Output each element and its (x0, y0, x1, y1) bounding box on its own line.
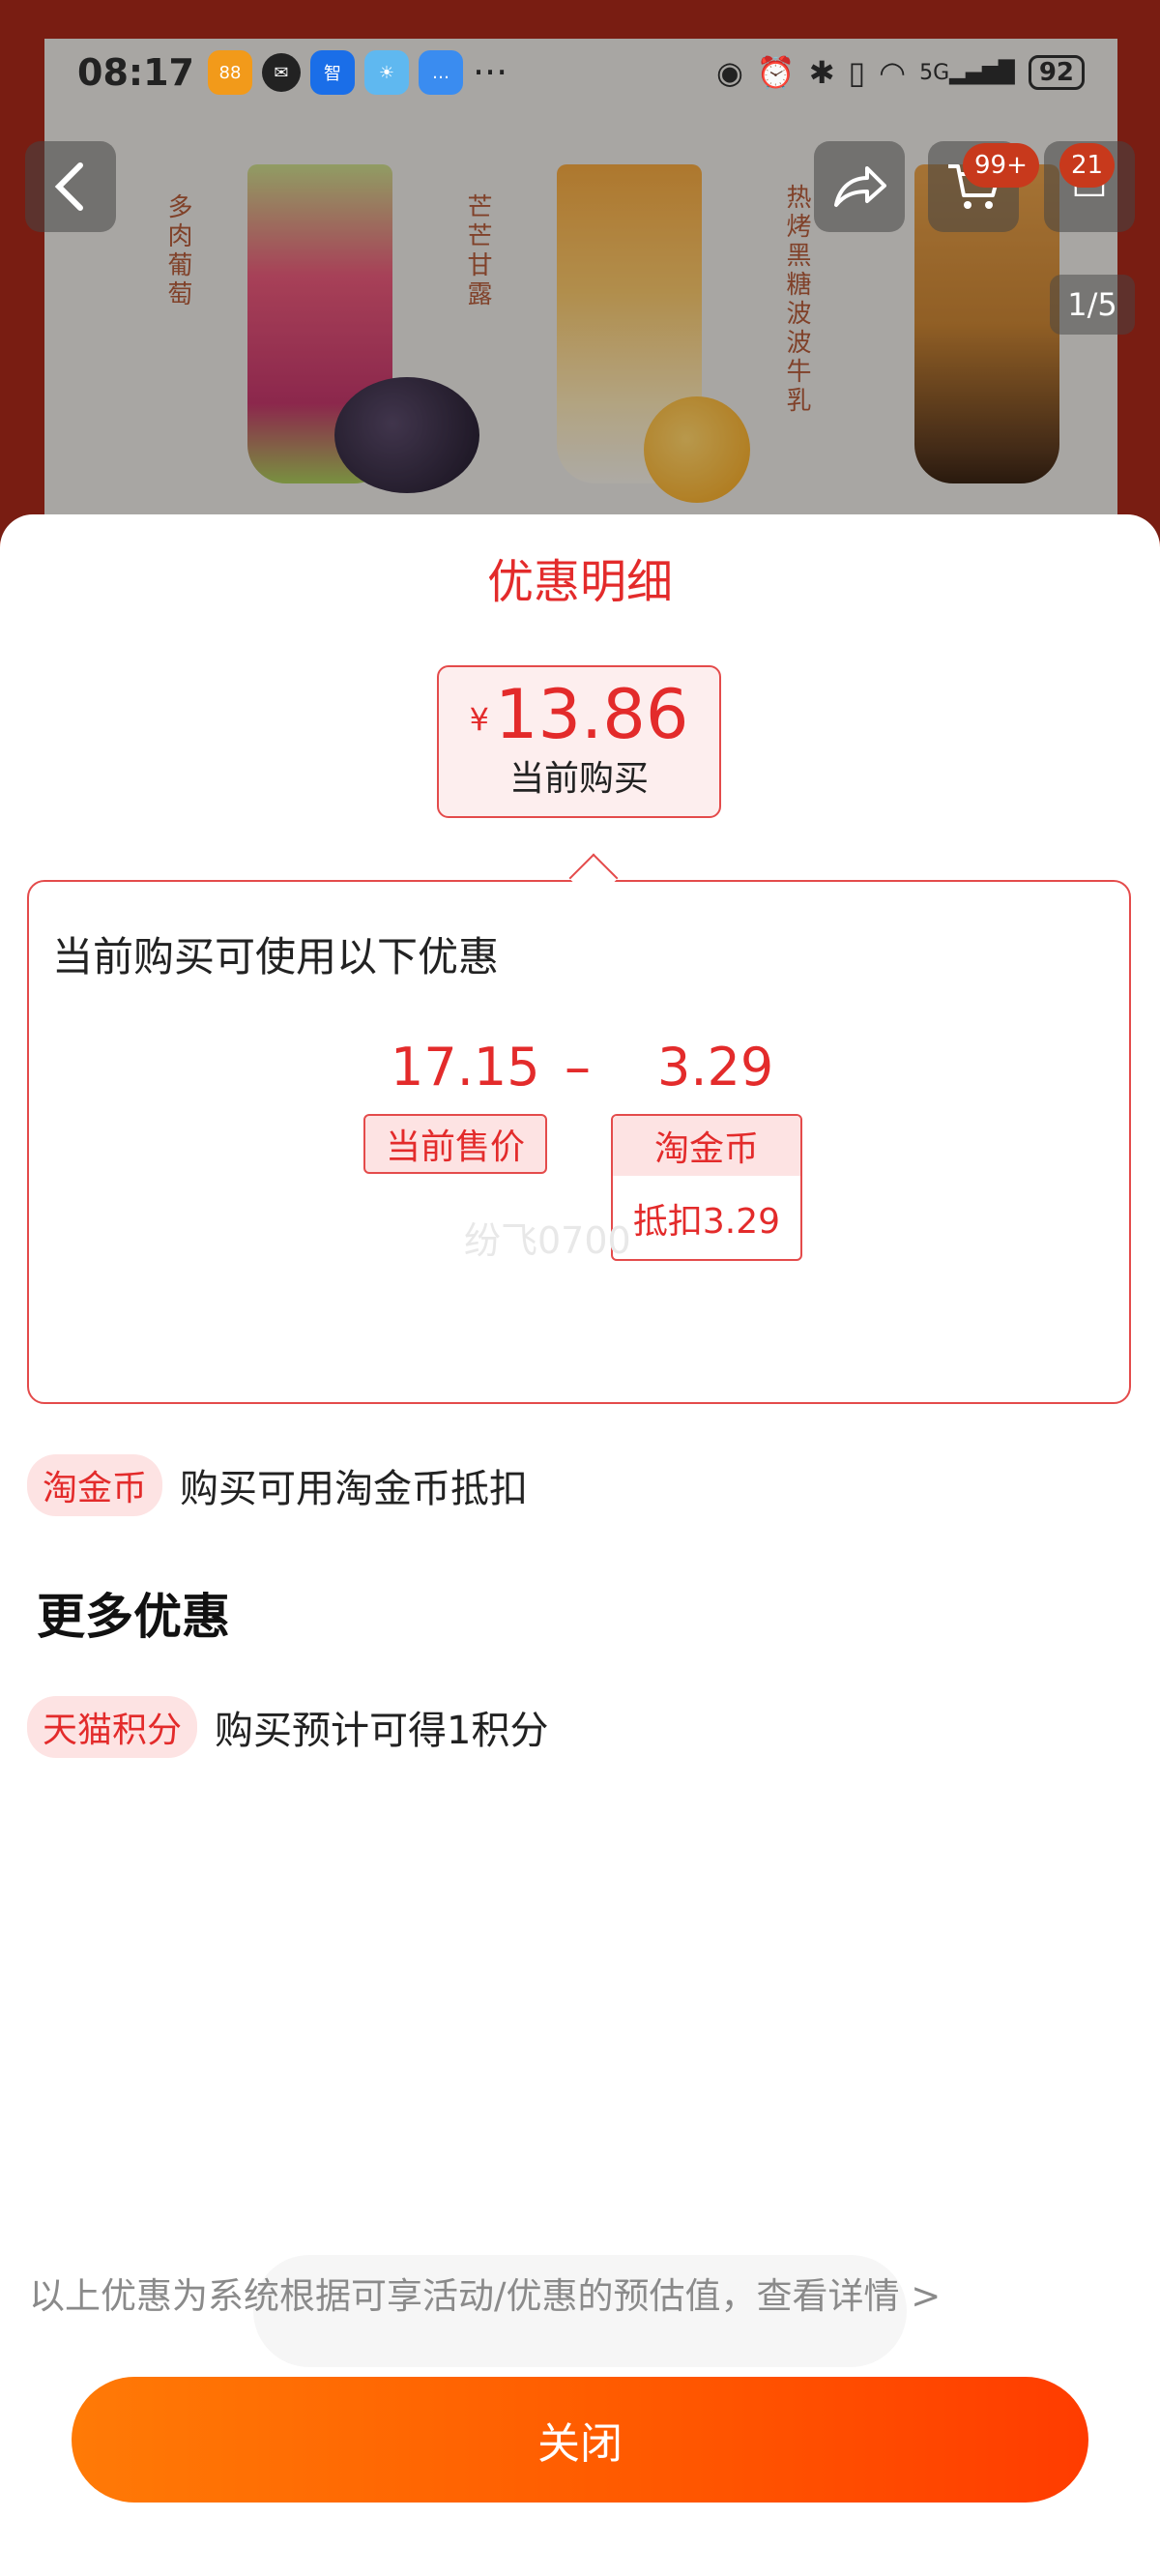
coin-discount-value: 3.29 (657, 1037, 774, 1098)
image-pager: 1/5 (1050, 275, 1135, 335)
coin-promo-text: 购买可用淘金币抵扣 (180, 1467, 529, 1511)
vibrate-icon: ▯ (848, 54, 866, 91)
share-button[interactable] (814, 141, 905, 232)
back-button[interactable] (25, 141, 116, 232)
points-promo-text: 购买预计可得1积分 (215, 1709, 549, 1753)
points-promo-row: 天猫积分 购买预计可得1积分 (27, 1696, 548, 1758)
coin-promo-row: 淘金币 购买可用淘金币抵扣 (27, 1454, 528, 1516)
status-bar: 08:17 88 ✉ 智 ☀ … ··· ◉ ⏰ ✱ ▯ ◠ 5G▂▄▆█ 92 (44, 39, 1117, 106)
current-price-box: ¥13.86 当前购买 (437, 665, 721, 818)
status-time: 08:17 (77, 51, 194, 94)
final-price: 13.86 (494, 675, 689, 754)
watermark-text: 纷飞0700 (464, 1219, 631, 1262)
currency-symbol: ¥ (469, 701, 489, 738)
weather-icon: ☀ (363, 50, 409, 95)
points-promo-tag: 天猫积分 (27, 1696, 198, 1758)
alarm-icon: ⏰ (756, 54, 796, 91)
status-app-icons: 88 ✉ 智 ☀ … ··· (207, 50, 508, 95)
view-details-link[interactable]: 以上优惠为系统根据可享活动/优惠的预估值，查看详情 > (29, 2267, 941, 2319)
close-button[interactable]: 关闭 (72, 2377, 1088, 2503)
smart-home-icon: 智 (309, 50, 355, 95)
bluetooth-icon: ✱ (808, 54, 835, 91)
price-line: ¥13.86 (439, 675, 719, 754)
discount-detail-sheet: 优惠明细 ¥13.86 当前购买 当前购买可使用以下优惠 17.15 – 3.2… (0, 514, 1160, 2576)
eye-icon: ◉ (715, 54, 743, 91)
coin-promo-tag: 淘金币 (27, 1454, 163, 1516)
signal-icon: 5G▂▄▆█ (919, 60, 1015, 85)
current-price-tag: 当前售价 (363, 1114, 547, 1174)
chevron-left-icon (54, 162, 83, 211)
more-discounts-title: 更多优惠 (37, 1589, 230, 1645)
app-notification-icon: 88 (207, 50, 252, 95)
sheet-title: 优惠明细 (486, 555, 673, 609)
status-indicators: ◉ ⏰ ✱ ▯ ◠ 5G▂▄▆█ 92 (716, 54, 1085, 91)
price-label: 当前购买 (508, 759, 649, 799)
cart-count-badge: 99+ (963, 143, 1039, 188)
more-notifications-icon: ··· (472, 51, 508, 94)
product-banner: 多肉葡萄 芒芒甘露 热烤黑糖波波牛乳 08:17 88 ✉ 智 ☀ … ··· … (0, 0, 1160, 542)
wifi-icon: ◠ (879, 54, 907, 91)
coin-tag-label: 淘金币 (613, 1116, 800, 1176)
calculation-heading: 当前购买可使用以下优惠 (52, 933, 500, 981)
share-icon (834, 166, 886, 207)
network-type: 5G (919, 60, 950, 85)
coin-tag-deduction: 抵扣3.29 (632, 1202, 781, 1242)
wechat-icon: ✉ (261, 53, 301, 92)
message-count-badge: 21 (1059, 143, 1116, 188)
coin-discount-tag: 淘金币 抵扣3.29 (611, 1114, 802, 1261)
discount-calculation-card: 当前购买可使用以下优惠 17.15 – 3.29 当前售价 淘金币 抵扣3.29… (27, 853, 1131, 1404)
messages-icon: … (418, 50, 463, 95)
card-pointer (568, 853, 619, 903)
current-price-value: 17.15 (391, 1037, 540, 1098)
minus-sign: – (565, 1037, 591, 1098)
battery-icon: 92 (1028, 55, 1085, 90)
